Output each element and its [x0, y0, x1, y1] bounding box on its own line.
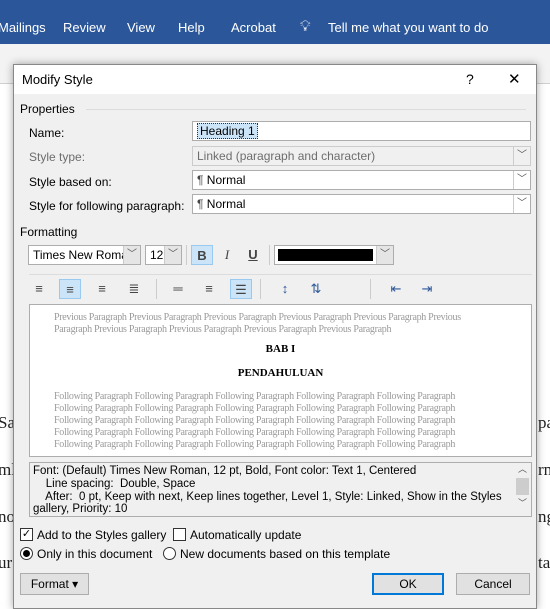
font-select[interactable]: Times New Romar ﹀ [28, 245, 141, 265]
pilcrow-icon: ¶ [197, 173, 207, 187]
based-on-label: Style based on: [29, 175, 112, 189]
font-color-select[interactable]: ﹀ [274, 245, 394, 265]
divider [260, 279, 261, 299]
doc-fragment: pa [538, 413, 550, 432]
size-select[interactable]: 12 ﹀ [145, 245, 182, 265]
title-bar: Modify Style ? ✕ [14, 65, 536, 94]
preview-previous: Previous Paragraph Previous Paragraph Pr… [54, 312, 461, 323]
size-value: 12 [150, 248, 164, 262]
tab-mailings[interactable]: Mailings [0, 20, 46, 35]
style-type-value: Linked (paragraph and character) [197, 149, 376, 163]
preview-heading-line2: PENDAHULUAN [237, 367, 324, 379]
add-gallery-label[interactable]: Add to the Styles gallery [37, 528, 166, 542]
align-center-button[interactable]: ≡ [59, 279, 81, 299]
divider [156, 279, 157, 299]
dialog-title: Modify Style [22, 72, 93, 87]
ribbon: Mailings Review View Help Acrobat 💡︎ Tel… [0, 0, 550, 44]
tab-acrobat[interactable]: Acrobat [231, 20, 276, 35]
chevron-down-icon: ﹀ [513, 147, 530, 165]
chevron-down-icon: ﹀ [376, 246, 393, 264]
increase-spacing-button[interactable]: ↕ [274, 279, 296, 299]
decrease-indent-button[interactable]: ⇤ [385, 279, 407, 299]
cancel-button[interactable]: Cancel [456, 573, 530, 595]
doc-fragment: ur [0, 553, 13, 572]
based-on-select[interactable]: ¶ Normal ﹀ [192, 170, 531, 190]
preview-following: Following Paragraph Following Paragraph … [54, 403, 456, 414]
chevron-up-icon[interactable]: ︿ [514, 463, 531, 476]
single-spacing-button[interactable]: ═ [167, 279, 189, 299]
auto-update-label[interactable]: Automatically update [190, 528, 301, 542]
ok-button[interactable]: OK [372, 573, 444, 595]
following-value: Normal [206, 197, 246, 211]
decrease-spacing-button[interactable]: ⇅ [305, 279, 327, 299]
description-line: gallery, Priority: 10 [33, 503, 128, 516]
lightbulb-icon: 💡︎ [300, 18, 311, 35]
scrollbar[interactable]: ︿ ﹀ [514, 463, 531, 516]
tab-view[interactable]: View [127, 20, 155, 35]
double-spacing-button[interactable]: ☰ [230, 279, 252, 299]
align-left-button[interactable]: ≡ [28, 279, 50, 299]
onehalf-spacing-button[interactable]: ≡ [198, 279, 220, 299]
divider [86, 109, 526, 110]
following-select[interactable]: ¶ Normal ﹀ [192, 194, 531, 214]
name-value: Heading 1 [197, 123, 258, 139]
based-on-value: Normal [206, 173, 246, 187]
help-button[interactable]: ? [466, 71, 474, 87]
divider [29, 274, 532, 275]
formatting-heading: Formatting [20, 225, 78, 239]
new-documents-label[interactable]: New documents based on this template [180, 547, 390, 561]
underline-button[interactable]: U [242, 245, 264, 265]
preview-previous: Paragraph Previous Paragraph Previous Pa… [54, 324, 392, 335]
doc-fragment: ta [538, 553, 550, 572]
preview-heading-line1: BAB I [265, 343, 296, 355]
chevron-down-icon: ﹀ [513, 171, 530, 189]
chevron-down-icon[interactable]: ﹀ [514, 497, 531, 510]
tab-help[interactable]: Help [178, 20, 205, 35]
new-documents-radio[interactable] [163, 547, 176, 560]
modify-style-dialog: Modify Style ? ✕ Properties Name: Headin… [13, 64, 537, 609]
properties-heading: Properties [20, 102, 75, 116]
divider [186, 245, 187, 265]
italic-button[interactable]: I [216, 245, 238, 265]
preview-following: Following Paragraph Following Paragraph … [54, 439, 456, 450]
justify-button[interactable]: ≣ [123, 279, 145, 299]
preview-following: Following Paragraph Following Paragraph … [54, 391, 456, 402]
scrollbar-thumb[interactable] [516, 477, 529, 495]
pilcrow-icon: ¶ [197, 197, 207, 211]
auto-update-checkbox[interactable] [173, 528, 186, 541]
format-button[interactable]: Format ▾ [20, 573, 89, 595]
only-document-label[interactable]: Only in this document [37, 547, 152, 561]
name-label: Name: [29, 126, 65, 140]
chevron-down-icon: ﹀ [164, 246, 181, 264]
doc-fragment: rn [538, 460, 550, 479]
align-right-button[interactable]: ≡ [91, 279, 113, 299]
divider [370, 279, 371, 299]
chevron-down-icon: ﹀ [513, 195, 530, 213]
tab-review[interactable]: Review [63, 20, 106, 35]
description-line: Line spacing: Double, Space [33, 477, 196, 490]
style-preview: Previous Paragraph Previous Paragraph Pr… [29, 304, 532, 457]
description-line: Font: (Default) Times New Roman, 12 pt, … [33, 465, 417, 477]
preview-following: Following Paragraph Following Paragraph … [54, 415, 456, 426]
chevron-down-icon: ﹀ [123, 246, 140, 264]
style-type-label: Style type: [29, 150, 86, 164]
tell-me-search[interactable]: Tell me what you want to do [328, 20, 488, 35]
divider [269, 245, 270, 265]
bold-button[interactable]: B [191, 245, 213, 265]
preview-following: Following Paragraph Following Paragraph … [54, 427, 456, 438]
font-value: Times New Romar [33, 248, 132, 262]
doc-fragment: ng [538, 507, 550, 526]
description-line: After: 0 pt, Keep with next, Keep lines … [33, 490, 502, 503]
name-input[interactable]: Heading 1 [192, 121, 531, 141]
add-gallery-checkbox[interactable]: ✓ [20, 528, 33, 541]
increase-indent-button[interactable]: ⇥ [416, 279, 438, 299]
style-description: Font: (Default) Times New Roman, 12 pt, … [29, 462, 532, 517]
only-document-radio[interactable] [20, 547, 33, 560]
style-type-select: Linked (paragraph and character) ﹀ [192, 146, 531, 166]
color-swatch [278, 249, 373, 261]
following-label: Style for following paragraph: [29, 199, 185, 213]
close-button[interactable]: ✕ [508, 70, 521, 88]
